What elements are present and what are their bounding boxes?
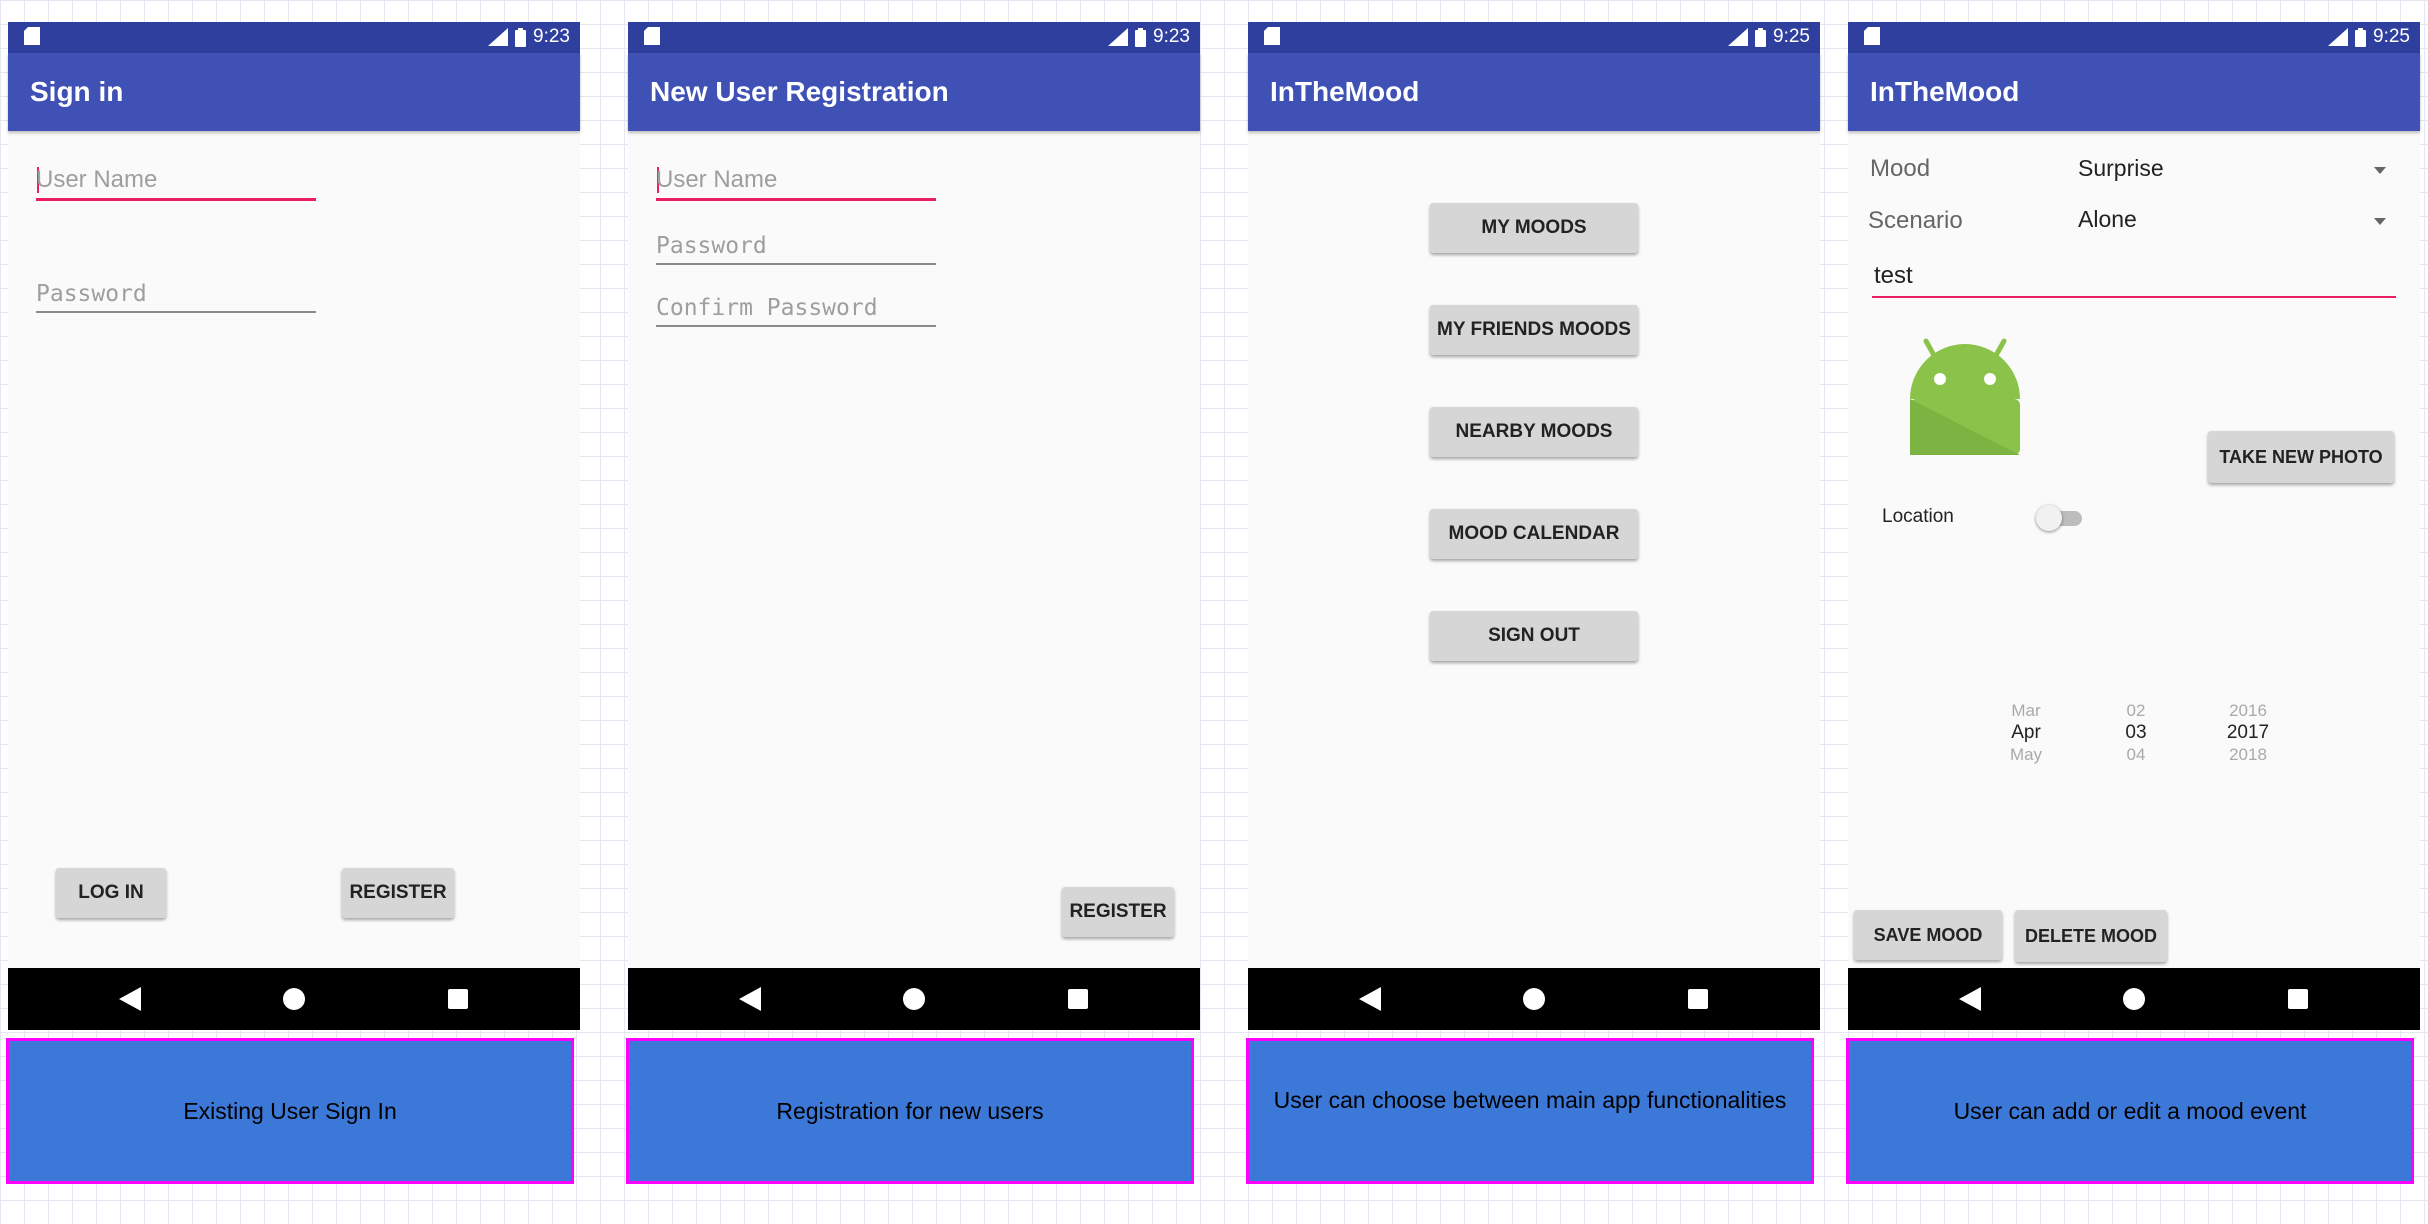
password-input[interactable]: Password [656, 229, 936, 265]
dropdown-arrow-icon [2374, 218, 2386, 225]
signal-icon [2328, 28, 2349, 46]
screen-main-menu: 9:25 InTheMood MY MOODS MY FRIENDS MOODS… [1248, 22, 1820, 1030]
mood-calendar-button[interactable]: MOOD CALENDAR [1430, 509, 1638, 559]
delete-mood-button[interactable]: DELETE MOOD [2015, 910, 2167, 962]
username-placeholder: User Name [656, 166, 778, 193]
login-button[interactable]: LOG IN [56, 868, 166, 918]
battery-icon [515, 27, 527, 47]
battery-icon [1755, 27, 1767, 47]
nav-bar [628, 968, 1200, 1030]
signal-icon [488, 28, 509, 46]
toggle-thumb [2036, 505, 2062, 531]
my-friends-moods-button[interactable]: MY FRIENDS MOODS [1430, 305, 1638, 355]
app-title: New User Registration [628, 53, 1200, 131]
screen-content: User Name Password Confirm Password REGI… [628, 131, 1200, 968]
location-label: Location [1882, 506, 1954, 527]
year-prev: 2016 [2229, 701, 2267, 720]
home-icon[interactable] [1514, 979, 1554, 1019]
home-icon[interactable] [894, 979, 934, 1019]
signal-icon [1108, 28, 1129, 46]
sd-card-icon [24, 27, 40, 50]
dropdown-arrow-icon [2374, 167, 2386, 174]
date-picker[interactable]: Mar Apr May 02 03 04 2016 2017 2018 [1988, 701, 2328, 773]
year-next: 2018 [2229, 745, 2267, 764]
month-selected: Apr [2011, 722, 2041, 743]
status-time: 9:23 [1153, 26, 1190, 47]
status-bar: 9:25 [1848, 22, 2420, 53]
recents-icon[interactable] [2278, 979, 2318, 1019]
caption-edit-mood: User can add or edit a mood event [1846, 1038, 2414, 1184]
mood-spinner[interactable]: Surprise [2078, 151, 2408, 191]
back-icon[interactable] [730, 979, 770, 1019]
register-button[interactable]: REGISTER [342, 868, 454, 918]
battery-icon [2355, 27, 2367, 47]
app-title: InTheMood [1248, 53, 1820, 131]
screen-registration: 9:23 New User Registration User Name Pas… [628, 22, 1200, 1030]
app-title: Sign in [8, 53, 580, 131]
status-bar: 9:23 [628, 22, 1200, 53]
nav-bar [8, 968, 580, 1030]
confirm-password-input[interactable]: Confirm Password [656, 291, 936, 327]
year-selected: 2017 [2226, 722, 2270, 743]
app-title: InTheMood [1848, 53, 2420, 131]
my-moods-button[interactable]: MY MOODS [1430, 203, 1638, 253]
home-icon[interactable] [2114, 979, 2154, 1019]
password-placeholder: Password [656, 233, 767, 259]
status-time: 9:25 [2373, 26, 2410, 47]
caption-sign-in: Existing User Sign In [6, 1038, 574, 1184]
signal-icon [1728, 28, 1749, 46]
scenario-label: Scenario [1868, 207, 1963, 234]
take-new-photo-button[interactable]: TAKE NEW PHOTO [2208, 431, 2394, 483]
month-next: May [2009, 745, 2043, 764]
recents-icon[interactable] [1058, 979, 1098, 1019]
back-icon[interactable] [110, 979, 150, 1019]
caption-registration: Registration for new users [626, 1038, 1194, 1184]
back-icon[interactable] [1350, 979, 1390, 1019]
status-time: 9:25 [1773, 26, 1810, 47]
screen-content: Mood Surprise Scenario Alone test TAKE N… [1848, 131, 2420, 968]
nav-bar [1848, 968, 2420, 1030]
day-selected: 03 [2125, 722, 2147, 743]
day-next: 04 [2126, 745, 2146, 764]
mood-text-value: test [1874, 262, 1913, 289]
status-bar: 9:23 [8, 22, 580, 53]
screen-content: User Name Password LOG IN REGISTER [8, 131, 580, 968]
save-mood-button[interactable]: SAVE MOOD [1854, 910, 2002, 960]
nearby-moods-button[interactable]: NEARBY MOODS [1430, 407, 1638, 457]
scenario-spinner[interactable]: Alone [2078, 202, 2408, 242]
mood-text-input[interactable]: test [1872, 258, 2396, 298]
status-bar: 9:25 [1248, 22, 1820, 53]
password-placeholder: Password [36, 281, 147, 307]
back-icon[interactable] [1950, 979, 1990, 1019]
mood-label: Mood [1870, 155, 1931, 182]
battery-icon [1135, 27, 1147, 47]
mood-value: Surprise [2078, 155, 2164, 181]
caption-main-menu: User can choose between main app functio… [1246, 1038, 1814, 1184]
status-time: 9:23 [533, 26, 570, 47]
recents-icon[interactable] [438, 979, 478, 1019]
sign-out-button[interactable]: SIGN OUT [1430, 611, 1638, 661]
month-prev: Mar [2011, 701, 2041, 720]
sd-card-icon [1264, 27, 1280, 50]
username-input[interactable]: User Name [36, 165, 316, 201]
confirm-password-placeholder: Confirm Password [656, 295, 878, 321]
recents-icon[interactable] [1678, 979, 1718, 1019]
nav-bar [1248, 968, 1820, 1030]
android-icon[interactable] [1906, 337, 2024, 464]
password-input[interactable]: Password [36, 277, 316, 313]
sd-card-icon [1864, 27, 1880, 50]
screen-content: MY MOODS MY FRIENDS MOODS NEARBY MOODS M… [1248, 131, 1820, 968]
register-button[interactable]: REGISTER [1062, 887, 1174, 937]
username-input[interactable]: User Name [656, 165, 936, 201]
screen-sign-in: 9:23 Sign in User Name Password LOG IN R… [8, 22, 580, 1030]
sd-card-icon [644, 27, 660, 50]
home-icon[interactable] [274, 979, 314, 1019]
day-prev: 02 [2126, 701, 2146, 720]
username-placeholder: User Name [36, 166, 158, 193]
location-toggle[interactable] [2036, 503, 2084, 533]
screen-edit-mood: 9:25 InTheMood Mood Surprise Scenario Al… [1848, 22, 2420, 1030]
scenario-value: Alone [2078, 206, 2137, 232]
